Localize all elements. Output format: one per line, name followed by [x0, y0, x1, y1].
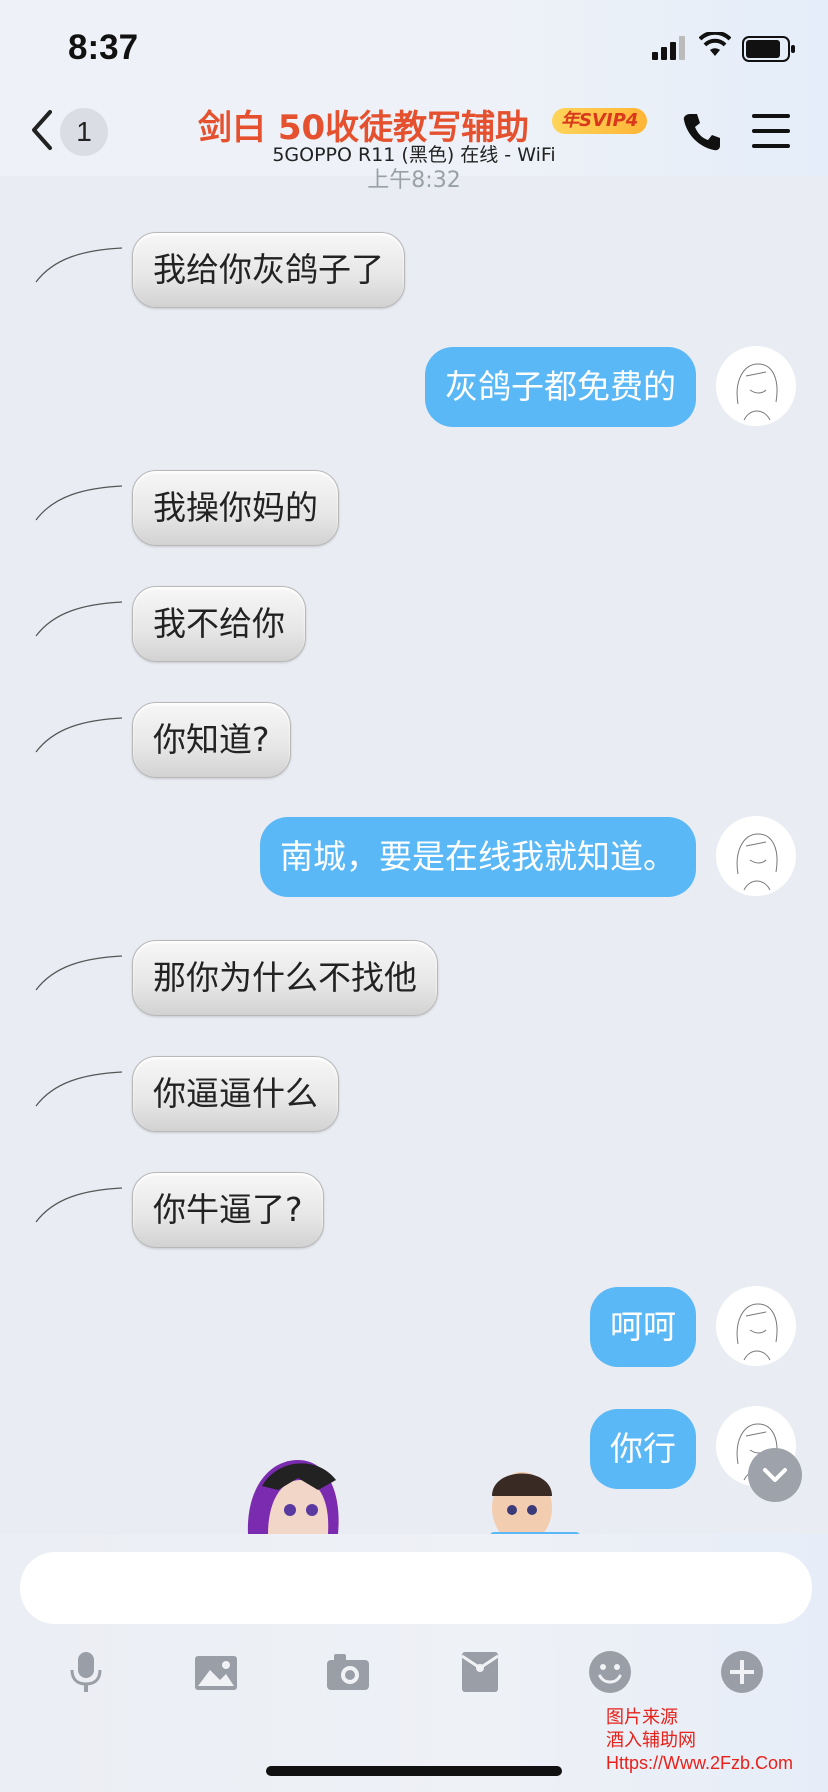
signal-icon	[652, 36, 685, 60]
status-bar: 8:37	[0, 0, 828, 96]
received-message[interactable]: 我操你妈的	[132, 470, 339, 546]
chevron-down-icon	[763, 1468, 787, 1482]
message-input[interactable]	[20, 1552, 812, 1624]
bubble-decoration	[35, 247, 123, 283]
watermark-line: 图片来源	[606, 1707, 678, 1727]
plus-icon[interactable]	[718, 1648, 766, 1696]
anime-avatar-icon	[736, 1303, 778, 1361]
anime-sticker-icon	[247, 1460, 339, 1534]
received-message[interactable]: 我给你灰鸽子了	[132, 232, 405, 308]
image-icon[interactable]	[192, 1648, 240, 1696]
phone-icon[interactable]	[682, 112, 722, 152]
battery-icon	[742, 36, 795, 62]
menu-icon[interactable]	[752, 114, 790, 148]
avatar[interactable]	[716, 346, 796, 426]
scroll-to-bottom-button[interactable]	[748, 1448, 802, 1502]
svip-badge: 年SVIP4	[552, 108, 648, 134]
red-packet-icon[interactable]	[456, 1648, 504, 1696]
received-message[interactable]: 你逼逼什么	[132, 1056, 339, 1132]
sent-message[interactable]: 呵呵	[590, 1287, 696, 1367]
received-message[interactable]: 你知道?	[132, 702, 291, 778]
avatar-sticker-icon	[490, 1472, 580, 1534]
anime-avatar-icon	[736, 833, 778, 891]
received-message[interactable]: 那你为什么不找他	[132, 940, 438, 1016]
home-indicator[interactable]	[266, 1766, 562, 1776]
bubble-decoration	[35, 1187, 123, 1223]
message-list[interactable]: 我给你灰鸽子了 灰鸽子都免费的 我操你妈的 我不给你 你知道? 南城，要是在线我…	[0, 176, 828, 1534]
wifi-icon	[699, 32, 731, 56]
avatar[interactable]	[716, 816, 796, 896]
received-message[interactable]: 我不给你	[132, 586, 306, 662]
bubble-decoration	[35, 601, 123, 637]
watermark-line: Https://Www.2Fzb.Com	[606, 1753, 794, 1773]
camera-icon[interactable]	[324, 1648, 372, 1696]
sent-message[interactable]: 南城，要是在线我就知道。	[260, 817, 696, 897]
bubble-decoration	[35, 485, 123, 521]
bubble-decoration	[35, 717, 123, 753]
received-message[interactable]: 你牛逼了?	[132, 1172, 324, 1248]
sent-message[interactable]: 灰鸽子都免费的	[425, 347, 696, 427]
sent-message[interactable]: 你行	[590, 1409, 696, 1489]
bubble-decoration	[35, 955, 123, 991]
watermark: 图片来源 酒入辅助网 Https://Www.2Fzb.Com	[606, 1706, 793, 1775]
anime-avatar-icon	[736, 363, 778, 421]
avatar[interactable]	[716, 1286, 796, 1366]
clock: 8:37	[68, 28, 139, 67]
bubble-decoration	[35, 1071, 123, 1107]
watermark-line: 酒入辅助网	[606, 1730, 696, 1750]
mic-icon[interactable]	[62, 1648, 110, 1696]
emoji-icon[interactable]	[586, 1648, 634, 1696]
